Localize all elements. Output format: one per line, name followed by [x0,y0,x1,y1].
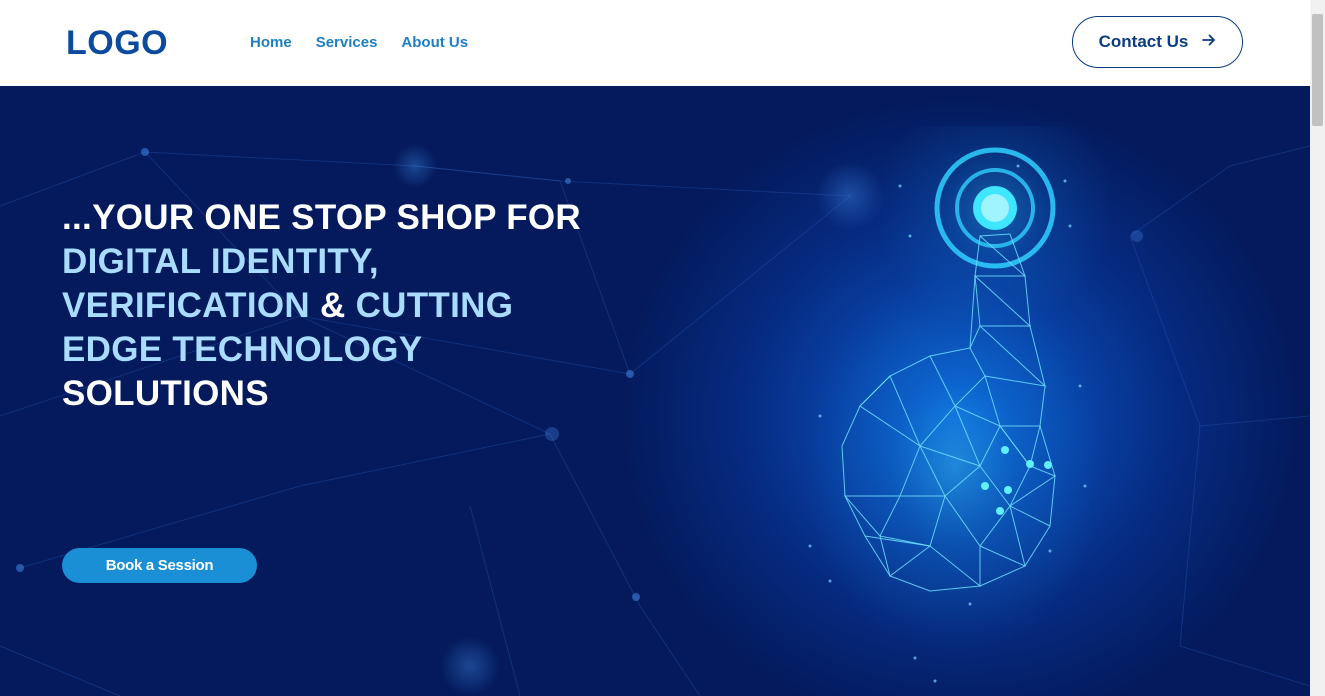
main-nav: Home Services About Us [250,34,468,52]
contact-us-label: Contact Us [1098,32,1189,51]
hero-headline: ...YOUR ONE STOP SHOP FOR DIGITAL IDENTI… [62,196,642,416]
hero-section: ...YOUR ONE STOP SHOP FOR DIGITAL IDENTI… [0,86,1310,696]
headline-line-2: DIGITAL IDENTITY, [62,242,379,281]
headline-verification: VERIFICATION [62,286,310,325]
headline-line-3: VERIFICATION & CUTTING [62,284,642,328]
logo[interactable]: LOGO [66,24,168,62]
glowing-polygon-hand-touch-icon [805,126,1110,683]
nav-home[interactable]: Home [250,34,292,52]
headline-ampersand: & [309,286,356,325]
contact-us-button[interactable]: Contact Us [1072,16,1243,68]
headline-line-1: ...YOUR ONE STOP SHOP FOR [62,198,581,237]
book-a-session-button[interactable]: Book a Session [62,548,257,583]
headline-line-5: SOLUTIONS [62,374,269,413]
scrollbar-thumb[interactable] [1312,14,1323,126]
page-scrollbar[interactable] [1310,0,1325,696]
headline-line-4: EDGE TECHNOLOGY [62,330,423,369]
arrow-right-icon [1202,34,1216,50]
nav-services[interactable]: Services [316,34,378,52]
headline-cutting: CUTTING [355,286,514,325]
nav-about-us[interactable]: About Us [401,34,468,52]
site-header: LOGO Home Services About Us Contact Us [0,0,1310,86]
